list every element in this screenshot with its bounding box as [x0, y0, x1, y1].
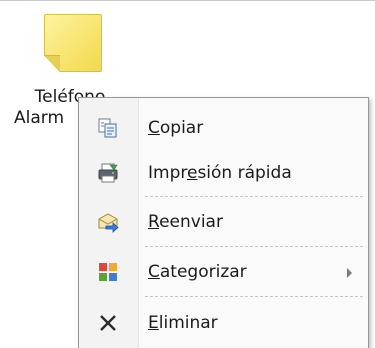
menu-item-label: Copiar	[148, 118, 204, 138]
context-menu: Copiar Impresión rápida Reenviar Categor…	[78, 97, 369, 348]
menu-separator	[145, 196, 363, 197]
delete-icon	[97, 312, 119, 334]
menu-item-copy[interactable]: Copiar	[79, 105, 368, 151]
menu-item-forward[interactable]: Reenviar	[79, 199, 368, 245]
menu-item-label: Impresión rápida	[148, 163, 292, 183]
menu-item-label: Eliminar	[148, 313, 218, 333]
note-fold-corner	[44, 55, 60, 72]
menu-item-categorize[interactable]: Categorizar	[79, 249, 368, 295]
menu-item-quick-print[interactable]: Impresión rápida	[79, 150, 368, 196]
quick-print-icon	[97, 162, 119, 184]
sticky-note-icon	[44, 14, 102, 72]
window-top-border	[0, 0, 375, 1]
menu-item-label: Reenviar	[148, 212, 223, 232]
copy-icon	[97, 117, 119, 139]
menu-item-delete[interactable]: Eliminar	[79, 300, 368, 346]
menu-separator	[145, 246, 363, 247]
forward-icon	[97, 211, 119, 233]
categorize-icon	[97, 261, 119, 283]
submenu-arrow-icon	[347, 268, 352, 278]
menu-item-label: Categorizar	[148, 262, 247, 282]
menu-separator	[145, 296, 363, 297]
